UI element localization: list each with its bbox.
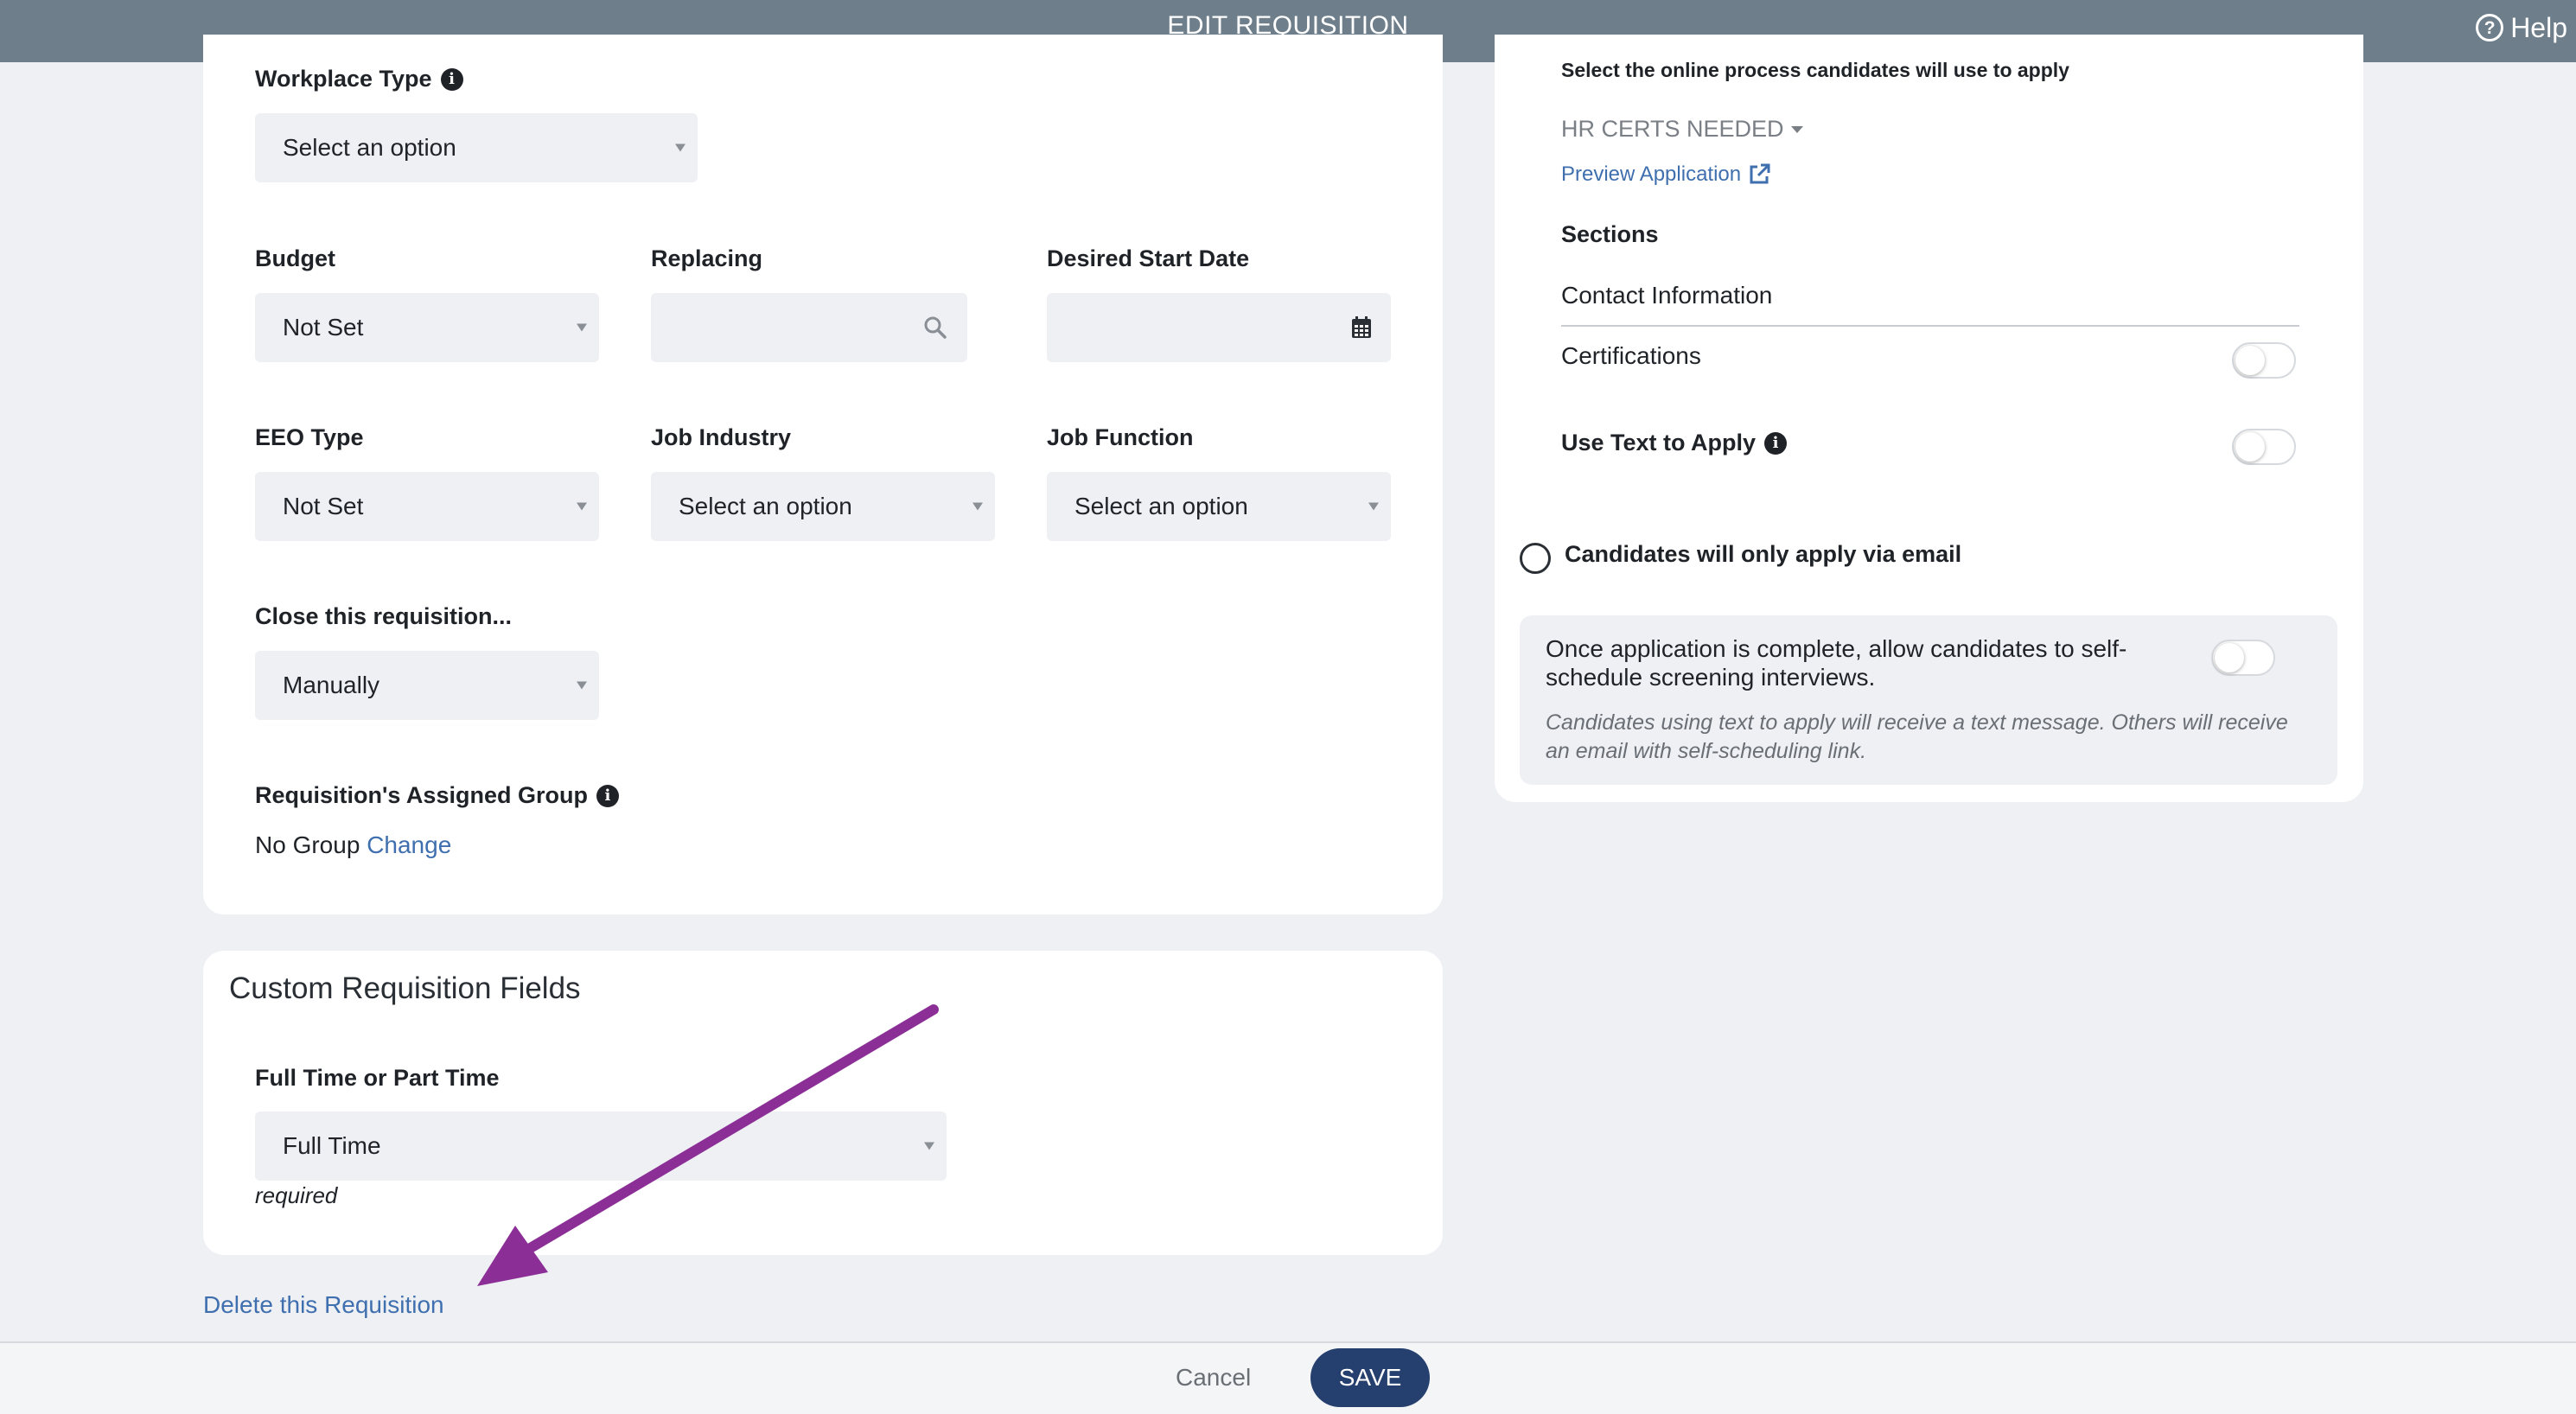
footer-bar: [0, 1341, 2576, 1414]
chevron-down-icon: [1368, 502, 1379, 511]
budget-select[interactable]: Not Set: [255, 293, 599, 362]
section-certifications: Certifications: [1561, 342, 1701, 369]
full-or-part-time-select[interactable]: Full Time: [255, 1111, 947, 1181]
cancel-button[interactable]: Cancel: [1176, 1360, 1251, 1395]
select-value: Select an option: [679, 493, 852, 519]
select-value: Not Set: [283, 493, 364, 519]
chevron-down-icon: [972, 502, 983, 511]
workplace-type-label: Workplace Type i: [255, 66, 463, 92]
desired-start-date-input[interactable]: [1047, 293, 1391, 362]
select-value: Full Time: [283, 1132, 381, 1159]
change-group-link[interactable]: Change: [367, 831, 451, 858]
chevron-down-icon: [924, 1142, 934, 1150]
select-value: Not Set: [283, 314, 364, 341]
desired-start-date-label: Desired Start Date: [1047, 245, 1250, 271]
job-industry-label: Job Industry: [651, 424, 792, 450]
job-function-select[interactable]: Select an option: [1047, 472, 1391, 541]
search-icon[interactable]: [922, 315, 948, 341]
sections-title: Sections: [1561, 221, 1659, 247]
info-icon[interactable]: i: [1764, 431, 1788, 455]
select-value: Select an option: [283, 134, 456, 161]
section-divider: [1561, 325, 2299, 327]
save-button[interactable]: SAVE: [1310, 1348, 1430, 1407]
close-requisition-select[interactable]: Manually: [255, 651, 599, 720]
eeo-type-select[interactable]: Not Set: [255, 472, 599, 541]
text-to-apply-toggle[interactable]: [2232, 429, 2296, 465]
close-requisition-label: Close this requisition...: [255, 603, 513, 629]
workplace-type-select[interactable]: Select an option: [255, 113, 698, 182]
self-schedule-note: Candidates using text to apply will rece…: [1546, 710, 2288, 763]
assigned-group-value: No Group Change: [255, 831, 452, 858]
info-icon[interactable]: i: [596, 784, 619, 807]
select-value: Manually: [283, 672, 380, 698]
eeo-type-label: EEO Type: [255, 424, 364, 450]
calendar-icon[interactable]: [1351, 316, 1372, 339]
certifications-toggle[interactable]: [2232, 342, 2296, 379]
assigned-group-label: Requisition's Assigned Group i: [255, 782, 619, 809]
select-value: Select an option: [1074, 493, 1248, 519]
chevron-down-icon: [577, 681, 587, 690]
section-contact-information: Contact Information: [1561, 282, 1773, 309]
chevron-down-icon: [675, 143, 685, 152]
chevron-down-icon: [577, 502, 587, 511]
external-link-icon: [1750, 163, 1770, 184]
delete-requisition-link[interactable]: Delete this Requisition: [203, 1291, 444, 1319]
apply-process-instruction: Select the online process candidates wil…: [1561, 59, 2069, 81]
required-note: required: [255, 1182, 338, 1208]
email-only-radio[interactable]: [1520, 543, 1551, 574]
help-label: Help: [2510, 11, 2567, 43]
chevron-down-icon: [577, 323, 587, 332]
help-button[interactable]: ? Help: [2476, 9, 2567, 47]
preview-application-link[interactable]: Preview Application: [1561, 162, 1770, 187]
caret-down-icon: [1790, 125, 1803, 133]
replacing-label: Replacing: [651, 245, 763, 271]
text-to-apply-label: Use Text to Apply i: [1561, 430, 1788, 456]
job-function-label: Job Function: [1047, 424, 1194, 450]
custom-fields-title: Custom Requisition Fields: [229, 971, 581, 1005]
help-icon: ?: [2476, 14, 2504, 41]
self-schedule-toggle[interactable]: [2211, 640, 2275, 676]
self-schedule-text: Once application is complete, allow cand…: [1546, 635, 2127, 691]
email-only-label[interactable]: Candidates will only apply via email: [1565, 541, 1961, 568]
job-industry-select[interactable]: Select an option: [651, 472, 995, 541]
budget-label: Budget: [255, 245, 335, 271]
full-or-part-time-label: Full Time or Part Time: [255, 1065, 500, 1091]
process-dropdown[interactable]: HR CERTS NEEDED: [1561, 116, 1803, 143]
info-icon[interactable]: i: [440, 67, 463, 91]
replacing-search-input[interactable]: [651, 293, 967, 362]
